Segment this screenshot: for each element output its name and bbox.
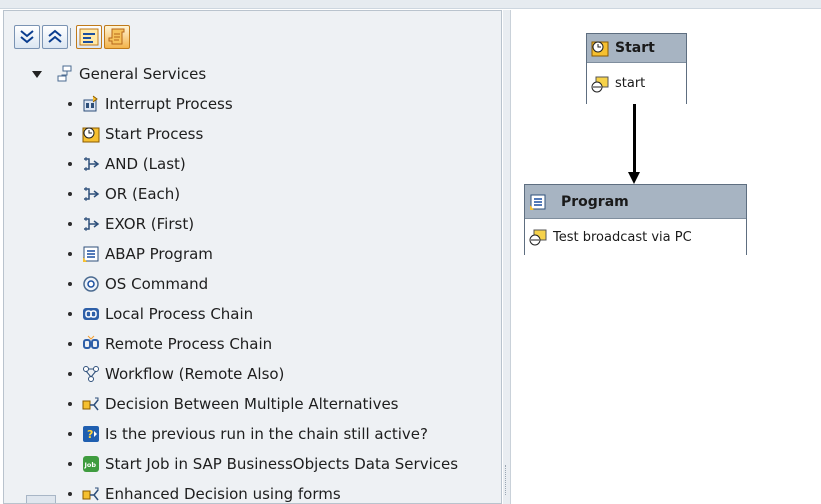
bullet-icon — [68, 402, 72, 406]
bullet-icon — [68, 312, 72, 316]
find-icon — [79, 28, 99, 46]
start-node-title: Start — [615, 40, 655, 56]
tree-item-label: Local Process Chain — [105, 305, 254, 323]
svg-text:?: ? — [87, 428, 93, 441]
program-node-variant: Test broadcast via PC — [553, 229, 692, 245]
process-type-tree-pane: General Services Interrupt Process Start … — [3, 10, 502, 504]
tree-item[interactable]: Start Process — [68, 119, 203, 149]
tree-item-label: OR (Each) — [105, 185, 181, 203]
svg-text:Job: Job — [84, 461, 97, 469]
os-command-icon — [82, 275, 100, 293]
tree-item[interactable]: ? Is the previous run in the chain still … — [68, 419, 428, 449]
workflow-icon — [82, 365, 100, 383]
tree-item-label: EXOR (First) — [105, 215, 195, 233]
variant-icon — [529, 228, 547, 246]
program-node-title: Program — [561, 193, 629, 210]
double-chevron-up-icon — [48, 29, 62, 43]
connector-arrowhead — [628, 172, 640, 184]
scroll-button[interactable] — [104, 25, 130, 49]
bullet-icon — [68, 192, 72, 196]
tree-item[interactable]: Remote Process Chain — [68, 329, 272, 359]
tree-item-label: ABAP Program — [105, 245, 213, 263]
bullet-icon — [68, 162, 72, 166]
tree-item-label: Workflow (Remote Also) — [105, 365, 285, 383]
tree-item[interactable]: Decision Between Multiple Alternatives — [68, 389, 399, 419]
pane-splitter[interactable] — [503, 10, 510, 504]
tree-item[interactable]: Interrupt Process — [68, 89, 233, 119]
clock-icon — [82, 125, 100, 143]
tree-node-general-services[interactable]: General Services — [32, 59, 206, 89]
start-node-variant: start — [615, 76, 646, 91]
bullet-icon — [68, 282, 72, 286]
top-strip — [0, 0, 821, 9]
tree-item-label: Enhanced Decision using forms — [105, 485, 341, 503]
tree-item-label: Start Job in SAP BusinessObjects Data Se… — [105, 455, 459, 473]
expand-all-button[interactable] — [14, 25, 40, 49]
branch-icon — [82, 155, 100, 173]
tree-item[interactable]: Enhanced Decision using forms — [68, 479, 341, 503]
bullet-icon — [68, 492, 72, 496]
question-icon: ? — [82, 425, 100, 443]
decision-icon — [82, 395, 100, 413]
program-icon — [82, 245, 100, 263]
tree-item-label: Is the previous run in the chain still a… — [105, 425, 428, 443]
connector-line — [633, 104, 636, 174]
bullet-icon — [68, 102, 72, 106]
splitter-grip[interactable] — [505, 465, 508, 495]
program-node-header[interactable]: Program — [525, 185, 746, 219]
branch-icon — [82, 185, 100, 203]
start-node-body[interactable]: start — [587, 63, 686, 104]
toolbar-separator — [70, 28, 71, 46]
tree-item[interactable]: Local Process Chain — [68, 299, 253, 329]
bullet-icon — [68, 462, 72, 466]
job-icon: Job — [82, 455, 100, 473]
partial-item-edge — [26, 495, 56, 503]
interrupt-icon — [82, 95, 100, 113]
scroll-icon — [108, 28, 125, 45]
bullet-icon — [68, 252, 72, 256]
tree-item[interactable]: Job Start Job in SAP BusinessObjects Data… — [68, 449, 458, 479]
program-node[interactable]: Program Test broadcast via PC — [524, 184, 747, 255]
start-node-header[interactable]: Start — [587, 34, 686, 63]
tree-item[interactable]: EXOR (First) — [68, 209, 194, 239]
tree-item[interactable]: Workflow (Remote Also) — [68, 359, 284, 389]
tree-item-label: Start Process — [105, 125, 204, 143]
program-node-body[interactable]: Test broadcast via PC — [525, 219, 746, 255]
bullet-icon — [68, 222, 72, 226]
bullet-icon — [68, 372, 72, 376]
remote-chain-icon — [82, 335, 100, 353]
tree-item-label: Interrupt Process — [105, 95, 233, 113]
expand-caret-icon[interactable] — [32, 70, 42, 78]
branch-icon — [82, 215, 100, 233]
tree-item[interactable]: AND (Last) — [68, 149, 186, 179]
program-icon — [529, 193, 547, 211]
bullet-icon — [68, 432, 72, 436]
find-button[interactable] — [76, 25, 102, 49]
decision-icon — [82, 485, 100, 503]
double-chevron-down-icon — [20, 30, 34, 44]
tree-node-label: General Services — [79, 65, 207, 83]
clock-icon — [591, 39, 609, 57]
bullet-icon — [68, 342, 72, 346]
folder-structure-icon — [56, 65, 74, 83]
tree-item-label: Remote Process Chain — [105, 335, 273, 353]
start-node[interactable]: Start start — [586, 33, 687, 104]
bullet-icon — [68, 132, 72, 136]
variant-icon — [591, 75, 609, 93]
tree-item-label: AND (Last) — [105, 155, 186, 173]
local-chain-icon — [82, 305, 100, 323]
tree-item-label: OS Command — [105, 275, 209, 293]
tree-item[interactable]: OS Command — [68, 269, 208, 299]
tree-item[interactable]: OR (Each) — [68, 179, 180, 209]
collapse-all-button[interactable] — [42, 25, 68, 49]
tree-item-label: Decision Between Multiple Alternatives — [105, 395, 399, 413]
tree-item[interactable]: ABAP Program — [68, 239, 213, 269]
